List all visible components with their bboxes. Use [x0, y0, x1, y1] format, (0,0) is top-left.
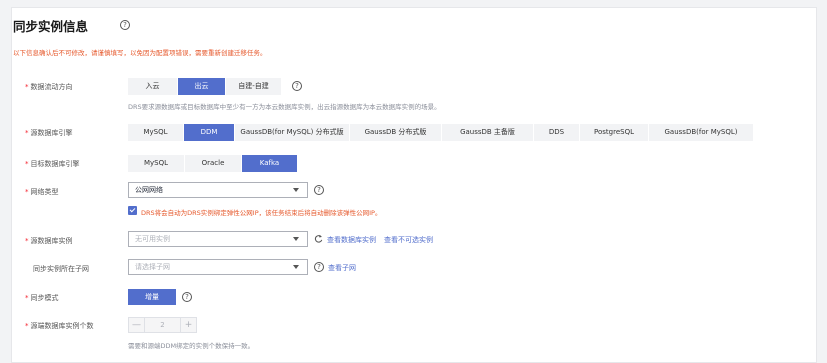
caret-down-icon	[293, 188, 299, 192]
instance-count-hint: 需要和源端DDM绑定的实例个数保持一致。	[128, 342, 255, 350]
help-icon[interactable]: ?	[120, 20, 130, 30]
caret-down-icon	[293, 265, 299, 269]
required-mark: *	[25, 294, 29, 302]
target-engine-selector: MySQL Oracle Kafka	[128, 155, 297, 172]
subnet-label: 同步实例所在子网	[33, 265, 89, 273]
required-mark: *	[25, 83, 29, 91]
flow-direction-selector: 入云 出云 自建-自建	[128, 78, 281, 95]
source-engine-option-mysql[interactable]: MySQL	[128, 124, 184, 141]
target-engine-option-oracle[interactable]: Oracle	[185, 155, 242, 172]
target-engine-option-kafka[interactable]: Kafka	[242, 155, 297, 172]
refresh-icon[interactable]	[314, 234, 323, 243]
network-type-select[interactable]: 公网网络	[128, 182, 308, 198]
help-icon[interactable]: ?	[292, 81, 302, 91]
warning-text: 以下信息确认后不可修改，请谨慎填写，以免因为配置项错误，需要重新创建迁移任务。	[13, 49, 267, 57]
flow-direction-option-inbound[interactable]: 入云	[128, 78, 178, 95]
caret-down-icon	[293, 237, 299, 241]
required-mark: *	[25, 188, 29, 196]
view-subnet-link[interactable]: 查看子网	[328, 263, 356, 273]
source-engine-option-gaussdb-mysql-distributed[interactable]: GaussDB(for MySQL) 分布式版	[235, 124, 350, 141]
flow-direction-hint: DRS要求源数据库或目标数据库中至少有一方为本云数据库实例，出云指源数据库为本云…	[128, 103, 441, 111]
source-engine-option-gaussdb-distributed[interactable]: GaussDB 分布式版	[350, 124, 442, 141]
subnet-placeholder: 请选择子网	[135, 263, 170, 271]
target-engine-option-mysql[interactable]: MySQL	[128, 155, 185, 172]
network-type-label: * 网络类型	[25, 188, 59, 196]
network-type-value: 公网网络	[135, 186, 163, 194]
source-engine-option-postgresql[interactable]: PostgreSQL	[580, 124, 649, 141]
increment-button[interactable]: +	[180, 317, 197, 333]
help-icon[interactable]: ?	[314, 185, 324, 195]
source-engine-option-gaussdb-primary-standby[interactable]: GaussDB 主备版	[442, 124, 534, 141]
required-mark: *	[25, 160, 29, 168]
source-instance-label: * 源数据库实例	[25, 237, 73, 245]
source-engine-option-ddm[interactable]: DDM	[184, 124, 235, 141]
instance-count-label: * 源端数据库实例个数	[25, 322, 94, 330]
source-instance-placeholder: 无可用实例	[135, 235, 170, 243]
source-instance-select[interactable]: 无可用实例	[128, 231, 308, 247]
instance-count-stepper: — 2 +	[128, 317, 197, 333]
auto-eip-checkbox[interactable]	[128, 206, 137, 215]
auto-eip-checkbox-label: DRS将会自动为DRS实例绑定弹性公网IP，该任务结束后将自动删除该弹性公网IP…	[141, 209, 382, 217]
source-engine-option-gaussdb-mysql[interactable]: GaussDB(for MySQL)	[649, 124, 753, 141]
flow-direction-option-outbound[interactable]: 出云	[178, 78, 226, 95]
flow-direction-label: * 数据流动方向	[25, 83, 73, 91]
required-mark: *	[25, 322, 29, 330]
sync-mode-label: * 同步模式	[25, 294, 59, 302]
instance-count-value[interactable]: 2	[145, 317, 180, 333]
help-icon[interactable]: ?	[314, 262, 324, 272]
view-unselectable-instances-link[interactable]: 查看不可选实例	[384, 235, 433, 245]
source-engine-label: * 源数据库引擎	[25, 129, 73, 137]
required-mark: *	[25, 237, 29, 245]
flow-direction-option-self-built[interactable]: 自建-自建	[226, 78, 281, 95]
view-db-instances-link[interactable]: 查看数据库实例	[327, 235, 376, 245]
required-mark: *	[25, 129, 29, 137]
subnet-select[interactable]: 请选择子网	[128, 259, 308, 275]
decrement-button[interactable]: —	[128, 317, 145, 333]
help-icon[interactable]: ?	[182, 292, 192, 302]
source-engine-option-dds[interactable]: DDS	[534, 124, 580, 141]
target-engine-label: * 目标数据库引擎	[25, 160, 80, 168]
sync-mode-incremental-button[interactable]: 增量	[128, 289, 176, 305]
page-title: 同步实例信息	[13, 19, 89, 34]
source-engine-selector: MySQL DDM GaussDB(for MySQL) 分布式版 GaussD…	[128, 124, 753, 141]
